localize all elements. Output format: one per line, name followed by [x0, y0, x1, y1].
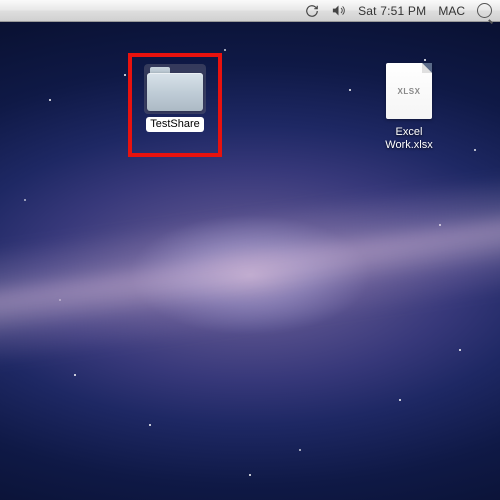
menubar: Sat 7:51 PM MAC	[0, 0, 500, 22]
file-icon: XLSX	[383, 60, 435, 122]
desktop[interactable]: Sat 7:51 PM MAC TestShare XLSX Excel Wor…	[0, 0, 500, 500]
folder-icon	[144, 64, 206, 114]
desktop-icon-label: TestShare	[146, 117, 204, 132]
desktop-file-excel[interactable]: XLSX Excel Work.xlsx	[371, 60, 447, 153]
desktop-icon-label: Excel Work.xlsx	[371, 125, 447, 153]
spotlight-icon[interactable]	[477, 3, 492, 18]
menu-user[interactable]: MAC	[438, 4, 465, 18]
menu-clock[interactable]: Sat 7:51 PM	[358, 4, 426, 18]
sync-icon[interactable]	[305, 4, 319, 18]
desktop-folder-testshare[interactable]: TestShare	[137, 64, 213, 132]
volume-icon[interactable]	[331, 3, 346, 18]
